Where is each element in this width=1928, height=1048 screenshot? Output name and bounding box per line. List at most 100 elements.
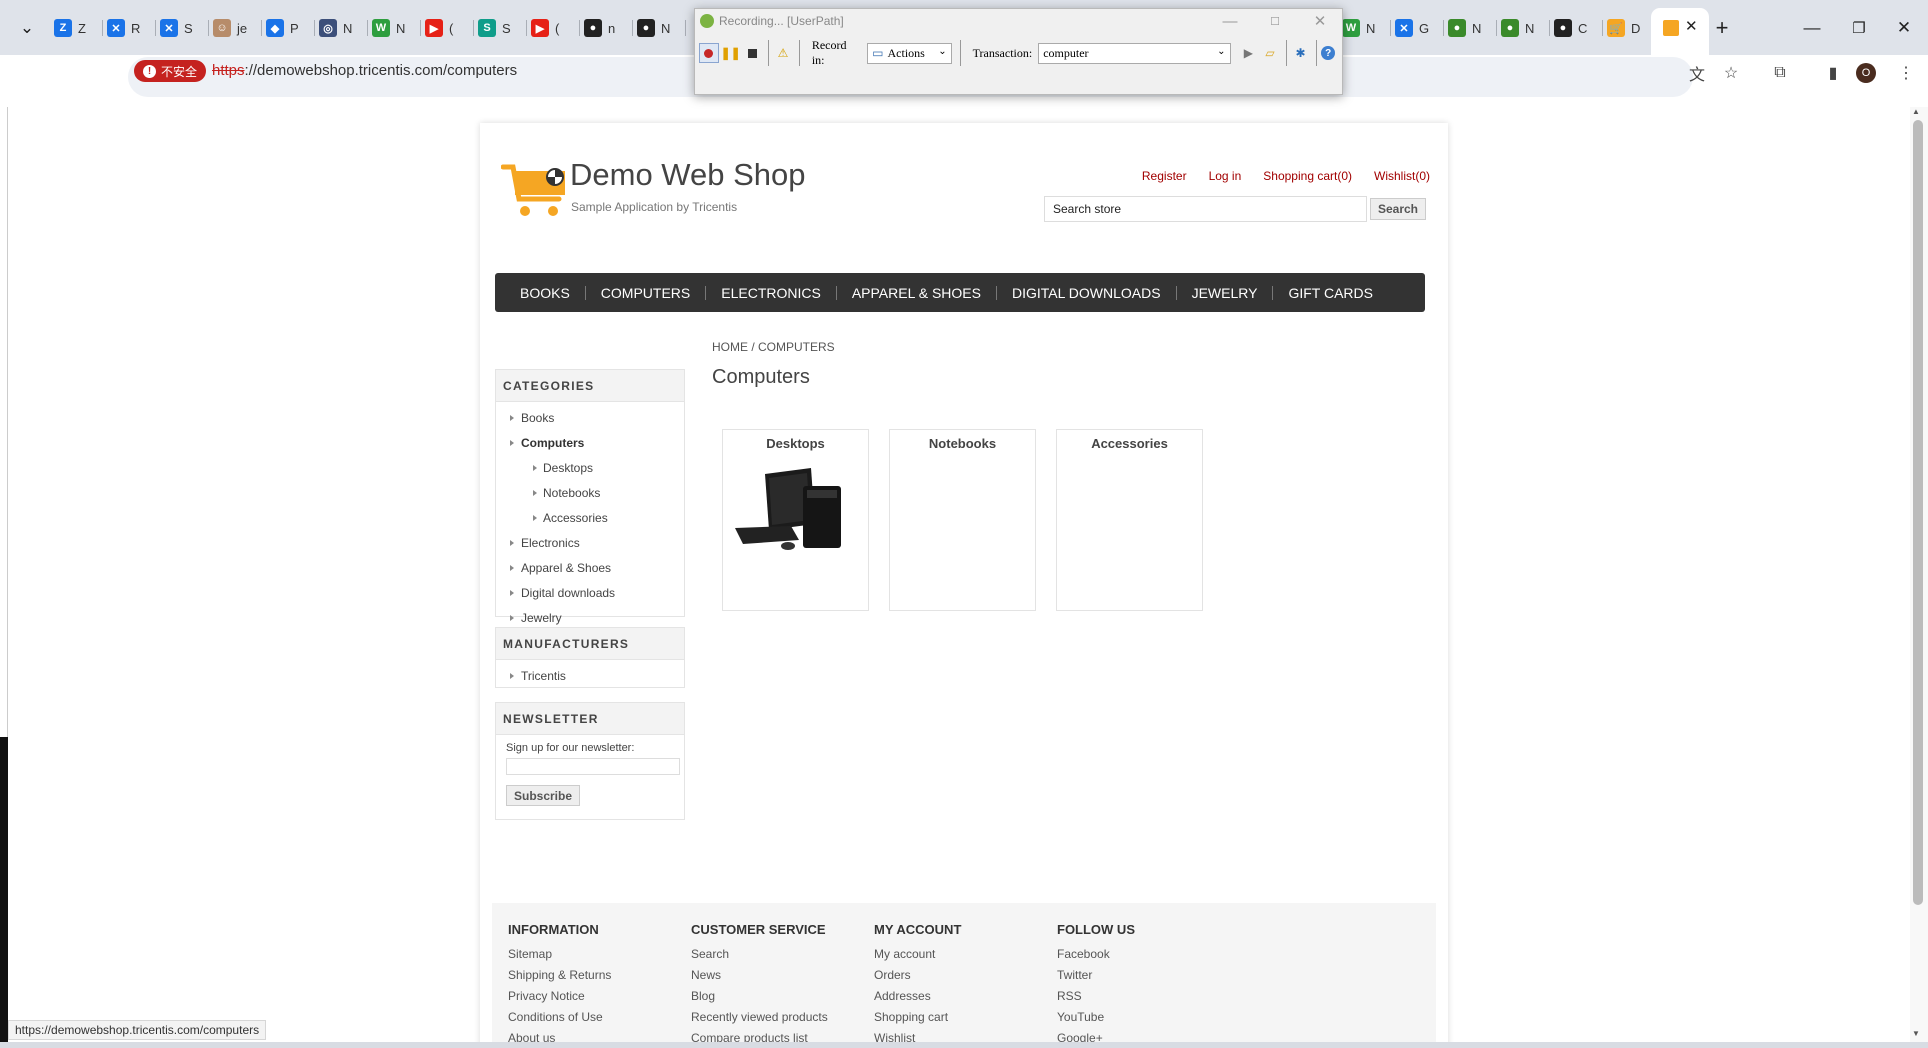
tab[interactable]: WN xyxy=(1342,13,1388,43)
tab[interactable]: ● N xyxy=(637,13,683,43)
transaction-select[interactable]: computer ⌄ xyxy=(1038,42,1231,64)
url-text[interactable]: https://demowebshop.tricentis.com/comput… xyxy=(212,62,517,79)
header-link[interactable]: Register xyxy=(1142,169,1187,183)
footer-link[interactable]: RSS xyxy=(1057,989,1135,1010)
category-item[interactable]: Digital downloads xyxy=(496,582,684,607)
header-link[interactable]: Log in xyxy=(1209,169,1242,183)
category-item[interactable]: Desktops xyxy=(496,457,684,482)
security-chip[interactable]: ! 不安全 xyxy=(134,60,207,82)
subcategory-desktops[interactable]: Desktops xyxy=(722,429,869,611)
footer-link[interactable]: Recently viewed products xyxy=(691,1010,828,1031)
tab[interactable]: ✕ G xyxy=(1395,13,1441,43)
tab[interactable]: ✕ R xyxy=(107,13,153,43)
tab[interactable]: ◆ P xyxy=(266,13,312,43)
tab[interactable]: ✕ S xyxy=(160,13,206,43)
newsletter-email-field[interactable] xyxy=(506,758,680,775)
subcategory-title[interactable]: Accessories xyxy=(1057,436,1202,451)
bookmark-star-icon[interactable]: ☆ xyxy=(1718,60,1744,86)
open-folder-icon[interactable]: ▱ xyxy=(1260,43,1280,63)
tab[interactable]: WN xyxy=(372,13,418,43)
scroll-down-arrow-icon[interactable]: ▼ xyxy=(1912,1029,1920,1038)
footer-link[interactable]: Privacy Notice xyxy=(508,989,611,1010)
play-arrow-icon[interactable]: ▶ xyxy=(1239,43,1259,63)
subcategory-accessories[interactable]: Accessories xyxy=(1056,429,1203,611)
restore-icon[interactable]: ❐ xyxy=(1845,14,1873,42)
category-item[interactable]: Computers xyxy=(496,432,684,457)
footer-link[interactable]: Compare products list xyxy=(691,1031,828,1042)
close-tab-icon[interactable]: ✕ xyxy=(1685,17,1698,35)
top-menu-item[interactable]: DIGITAL DOWNLOADS xyxy=(997,285,1176,301)
footer-link[interactable]: Addresses xyxy=(874,989,961,1010)
top-menu-item[interactable]: APPAREL & SHOES xyxy=(837,285,996,301)
footer-link[interactable]: Conditions of Use xyxy=(508,1010,611,1031)
tab-search-chevron-icon[interactable]: ⌄ xyxy=(13,14,41,42)
side-panel-icon[interactable]: ▮ xyxy=(1820,60,1846,86)
footer-link[interactable]: About us xyxy=(508,1031,611,1042)
footer-link[interactable]: Orders xyxy=(874,968,961,989)
search-button[interactable]: Search xyxy=(1370,198,1426,220)
top-menu-item[interactable]: JEWELRY xyxy=(1177,285,1273,301)
scroll-thumb[interactable] xyxy=(1913,120,1923,905)
recorder-minimize-icon[interactable]: — xyxy=(1217,11,1243,31)
footer-link[interactable]: Wishlist xyxy=(874,1031,961,1042)
top-menu-item[interactable]: GIFT CARDS xyxy=(1273,285,1388,301)
tab[interactable]: ZZ xyxy=(54,13,100,43)
settings-tool-icon[interactable]: ✱ xyxy=(1291,43,1311,63)
breadcrumb-home[interactable]: HOME xyxy=(712,340,748,354)
cart-logo-icon[interactable] xyxy=(501,161,571,219)
footer-link[interactable]: Shipping & Returns xyxy=(508,968,611,989)
subcategory-title[interactable]: Notebooks xyxy=(890,436,1035,451)
record-icon[interactable] xyxy=(699,43,719,63)
stop-icon[interactable] xyxy=(743,43,763,63)
category-item[interactable]: Electronics xyxy=(496,532,684,557)
tab[interactable]: SS xyxy=(478,13,524,43)
help-icon[interactable]: ? xyxy=(1321,46,1336,60)
top-menu-item[interactable]: ELECTRONICS xyxy=(706,285,836,301)
footer-link[interactable]: Shopping cart xyxy=(874,1010,961,1031)
footer-link[interactable]: Sitemap xyxy=(508,947,611,968)
footer-link[interactable]: YouTube xyxy=(1057,1010,1135,1031)
tab[interactable]: ▶( xyxy=(425,13,471,43)
translate-icon[interactable]: 文 xyxy=(1684,60,1710,86)
header-link[interactable]: Shopping cart(0) xyxy=(1263,169,1352,183)
header-link[interactable]: Wishlist(0) xyxy=(1374,169,1430,183)
tab[interactable]: ● N xyxy=(1501,13,1547,43)
footer-link[interactable]: Search xyxy=(691,947,828,968)
pause-icon[interactable]: ❚❚ xyxy=(721,43,741,63)
subcategory-notebooks[interactable]: Notebooks xyxy=(889,429,1036,611)
new-tab-button[interactable]: + xyxy=(1708,14,1736,42)
category-item[interactable]: Books xyxy=(496,407,684,432)
warning-icon[interactable]: ⚠ xyxy=(773,43,793,63)
footer-link[interactable]: Blog xyxy=(691,989,828,1010)
record-in-select[interactable]: ▭ Actions ⌄ xyxy=(867,42,952,64)
minimize-icon[interactable]: — xyxy=(1798,14,1826,42)
scroll-up-arrow-icon[interactable]: ▲ xyxy=(1912,107,1920,116)
tab[interactable]: ● n xyxy=(584,13,630,43)
footer-link[interactable]: My account xyxy=(874,947,961,968)
top-menu-item[interactable]: COMPUTERS xyxy=(586,285,705,301)
recorder-close-icon[interactable]: ✕ xyxy=(1307,11,1333,31)
tab[interactable]: ☺ je xyxy=(213,13,259,43)
subcategory-title[interactable]: Desktops xyxy=(723,436,868,451)
search-input[interactable] xyxy=(1044,196,1367,222)
window-close-icon[interactable]: ✕ xyxy=(1890,14,1918,42)
footer-link[interactable]: Google+ xyxy=(1057,1031,1135,1042)
desktop-computer-image[interactable] xyxy=(733,466,859,556)
tab-active[interactable]: ✕ xyxy=(1651,8,1709,55)
store-name[interactable]: Demo Web Shop xyxy=(570,157,806,193)
footer-link[interactable]: Twitter xyxy=(1057,968,1135,989)
category-item[interactable]: Notebooks xyxy=(496,482,684,507)
category-item[interactable]: Apparel & Shoes xyxy=(496,557,684,582)
extensions-icon[interactable]: ⧉ xyxy=(1767,60,1793,86)
manufacturer-item[interactable]: Tricentis xyxy=(496,665,684,690)
recorder-maximize-icon[interactable]: ☐ xyxy=(1262,11,1288,31)
subscribe-button[interactable]: Subscribe xyxy=(506,785,580,806)
menu-kebab-icon[interactable]: ⋮ xyxy=(1893,60,1919,86)
footer-link[interactable]: Facebook xyxy=(1057,947,1135,968)
tab[interactable]: ● C xyxy=(1554,13,1600,43)
tab[interactable]: ◎ N xyxy=(319,13,365,43)
tab[interactable]: ● N xyxy=(1448,13,1494,43)
top-menu-item[interactable]: BOOKS xyxy=(505,285,585,301)
footer-link[interactable]: News xyxy=(691,968,828,989)
category-item[interactable]: Accessories xyxy=(496,507,684,532)
